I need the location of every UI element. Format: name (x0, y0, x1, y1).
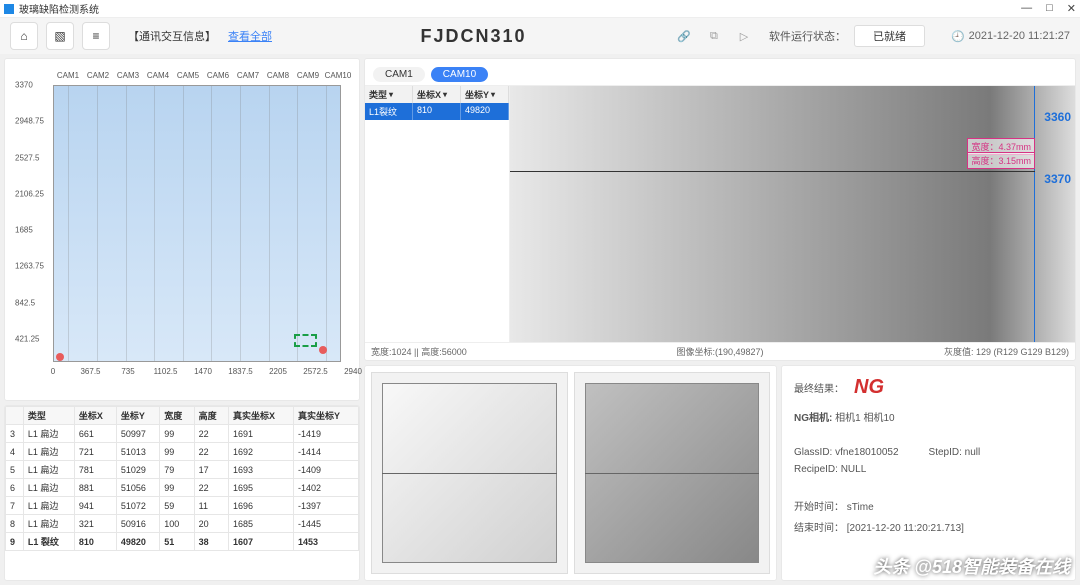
camera-image[interactable]: 宽度：4.37mm 高度：3.15mm 3360 3370 (510, 86, 1075, 342)
image-info-bar: 宽度:1024 || 高度:56000 图像坐标:(190,49827) 灰度值… (365, 342, 1075, 360)
preview-1[interactable] (371, 372, 568, 574)
preview-2[interactable] (574, 372, 771, 574)
cam-label: CAM6 (207, 71, 229, 80)
y-tick: 1263.75 (15, 262, 44, 271)
clock: 🕘 2021-12-20 11:21:27 (951, 30, 1070, 43)
y-tick: 2948.75 (15, 117, 44, 126)
image-button[interactable]: ▧ (46, 22, 74, 50)
status-value: 已就绪 (854, 25, 925, 47)
y-tick: 3370 (15, 81, 33, 90)
x-tick: 735 (121, 367, 134, 376)
toolbar: ⌂ ▧ ≡ 【通讯交互信息】 查看全部 FJDCN310 🔗 ⧉ ▷ 软件运行状… (0, 18, 1080, 54)
camera-tabs: CAM1 CAM10 (365, 59, 1075, 85)
window-titlebar: 玻璃缺陷检测系统 — □ ✕ (0, 0, 1080, 18)
ruler-mark-2: 3370 (1044, 172, 1071, 186)
table-row[interactable]: 8L1 扁边32150916100201685-1445 (6, 515, 359, 533)
cam-label: CAM5 (177, 71, 199, 80)
clock-icon: 🕘 (951, 30, 965, 43)
comm-info-label: 【通讯交互信息】 (128, 28, 216, 44)
x-tick: 1102.5 (154, 367, 178, 376)
scatter-chart[interactable]: CAM1 CAM2 CAM3 CAM4 CAM5 CAM6 CAM7 CAM8 CAM9 CAM1… (4, 58, 360, 401)
result-label: 最终结果： (794, 380, 844, 395)
play-icon[interactable]: ▷ (735, 27, 753, 45)
cam-label: CAM10 (325, 71, 352, 80)
x-tick: 367.5 (80, 367, 100, 376)
x-tick: 1470 (194, 367, 212, 376)
tab-cam10[interactable]: CAM10 (431, 67, 488, 82)
y-tick: 421.25 (15, 334, 39, 343)
cam-label: CAM3 (117, 71, 139, 80)
minimize-button[interactable]: — (1021, 2, 1032, 15)
table-row[interactable]: 3L1 扁边6615099799221691-1419 (6, 425, 359, 443)
status-label: 软件运行状态： (769, 28, 846, 44)
cam-label: CAM1 (57, 71, 79, 80)
y-tick: 842.5 (15, 298, 35, 307)
table-row[interactable]: 9L1 裂纹81049820513816071453 (6, 533, 359, 551)
window-title: 玻璃缺陷检测系统 (19, 1, 1021, 16)
y-tick: 2527.5 (15, 153, 39, 162)
cam-label: CAM9 (297, 71, 319, 80)
table-row[interactable]: 6L1 扁边8815105699221695-1402 (6, 479, 359, 497)
camera-view-panel: CAM1 CAM10 类型▾ 坐标X▾ 坐标Y▾ L1裂纹 810 49820 (364, 58, 1076, 361)
y-tick: 1685 (15, 226, 33, 235)
table-row[interactable]: 5L1 扁边7815102979171693-1409 (6, 461, 359, 479)
x-tick: 2572.5 (303, 367, 327, 376)
result-value: NG (854, 376, 884, 399)
x-tick: 2940 (344, 367, 362, 376)
x-tick: 0 (51, 367, 55, 376)
cam-label: CAM4 (147, 71, 169, 80)
roi-rect (294, 334, 317, 348)
ruler-mark-1: 3360 (1044, 110, 1071, 124)
cam-label: CAM2 (87, 71, 109, 80)
clock-text: 2021-12-20 11:21:27 (969, 30, 1070, 42)
defect-mini-table[interactable]: 类型▾ 坐标X▾ 坐标Y▾ L1裂纹 810 49820 (365, 86, 510, 342)
y-tick: 2106.25 (15, 189, 44, 198)
result-panel: 最终结果： NG NG相机: 相机1 相机10 GlassID: vfne180… (781, 365, 1076, 581)
link-icon[interactable]: 🔗 (675, 27, 693, 45)
x-tick: 1837.5 (228, 367, 252, 376)
table-row[interactable]: 7L1 扁边9415107259111696-1397 (6, 497, 359, 515)
app-icon (4, 4, 14, 14)
table-row[interactable]: 4L1 扁边7215101399221692-1414 (6, 443, 359, 461)
view-all-link[interactable]: 查看全部 (228, 28, 272, 44)
chart-point (319, 346, 327, 354)
close-button[interactable]: ✕ (1067, 2, 1076, 15)
defect-table[interactable]: 类型坐标X坐标Y宽度高度真实坐标X真实坐标Y3L1 扁边661509979922… (4, 405, 360, 581)
cam-label: CAM8 (267, 71, 289, 80)
maximize-button[interactable]: □ (1046, 2, 1053, 15)
defect-mini-row[interactable]: L1裂纹 810 49820 (365, 103, 509, 120)
chart-point (56, 353, 64, 361)
page-title: FJDCN310 (280, 26, 667, 47)
menu-button[interactable]: ≡ (82, 22, 110, 50)
cam-label: CAM7 (237, 71, 259, 80)
preview-thumbnails (364, 365, 777, 581)
home-button[interactable]: ⌂ (10, 22, 38, 50)
link2-icon[interactable]: ⧉ (705, 27, 723, 45)
x-tick: 2205 (269, 367, 287, 376)
tab-cam1[interactable]: CAM1 (373, 67, 425, 82)
